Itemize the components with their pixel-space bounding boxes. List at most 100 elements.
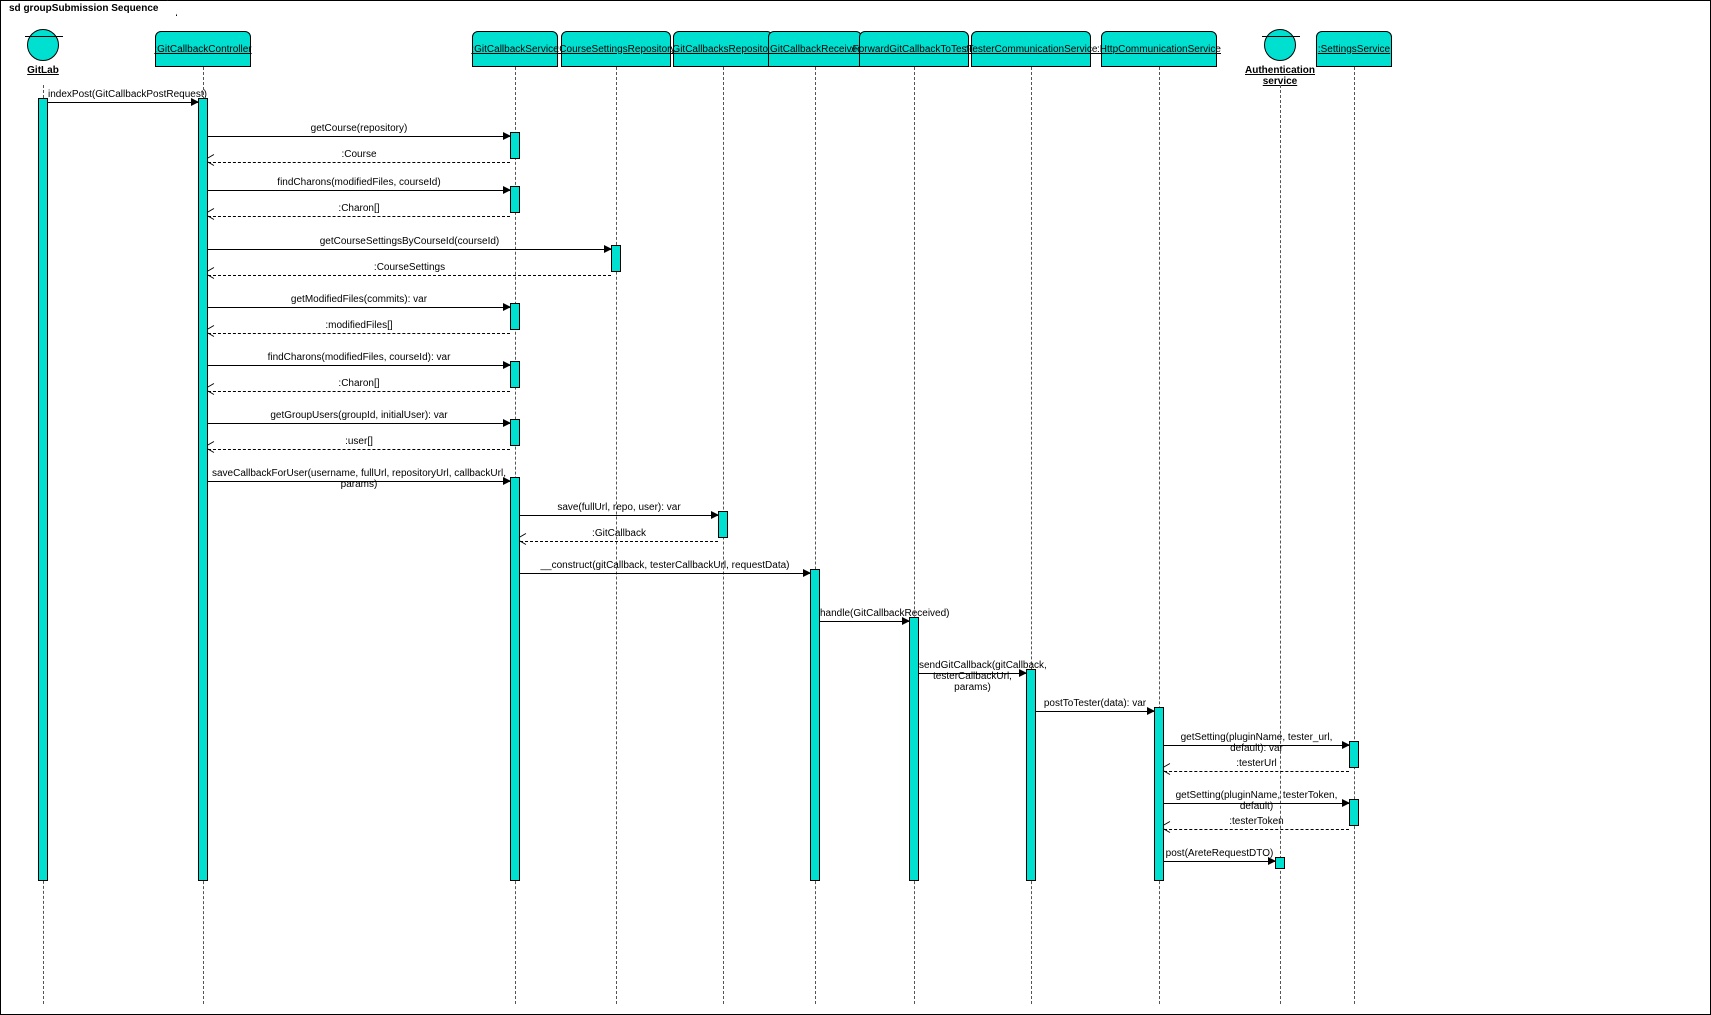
lifeline-gcs: :GitCallbackService — [472, 31, 558, 67]
message: findCharons(modifiedFiles, courseId): va… — [208, 355, 510, 369]
message-label: getSetting(pluginName, tester_url, defau… — [1164, 732, 1349, 754]
activation-gcr — [718, 511, 728, 538]
arrow-icon — [1147, 707, 1155, 715]
arrow-icon — [503, 361, 511, 369]
message: :testerUrl — [1164, 761, 1349, 775]
lifeline-gcr: :GitCallbacksRepository — [673, 31, 773, 67]
message: getSetting(pluginName, testerToken, defa… — [1164, 793, 1349, 807]
arrow-icon — [207, 443, 215, 451]
message-label: sendGitCallback(gitCallback, testerCallb… — [919, 660, 1026, 693]
activation-gcs — [510, 132, 520, 159]
message-label: getCourseSettingsByCourseId(courseId) — [208, 236, 611, 247]
actor-label: GitLab — [0, 65, 91, 76]
activation-gcs — [510, 361, 520, 388]
actor-icon — [27, 29, 59, 61]
message-label: findCharons(modifiedFiles, courseId) — [208, 177, 510, 188]
message-label: postToTester(data): var — [1036, 698, 1154, 709]
arrow-icon — [207, 156, 215, 164]
activation-csr — [611, 245, 621, 272]
message: getModifiedFiles(commits): var — [208, 297, 510, 311]
message-label: :testerToken — [1164, 816, 1349, 827]
arrow-icon — [503, 303, 511, 311]
message-label: :Charon[] — [208, 203, 510, 214]
message: indexPost(GitCallbackPostRequest) — [48, 92, 198, 106]
message: sendGitCallback(gitCallback, testerCallb… — [919, 663, 1026, 677]
message: handle(GitCallbackReceived) — [820, 611, 909, 625]
message-label: handle(GitCallbackReceived) — [820, 608, 909, 619]
message: :GitCallback — [520, 531, 718, 545]
activation-hcs — [1154, 707, 1164, 881]
arrow-icon — [207, 385, 215, 393]
message-label: findCharons(modifiedFiles, courseId): va… — [208, 352, 510, 363]
message-label: save(fullUrl, repo, user): var — [520, 502, 718, 513]
message: getSetting(pluginName, tester_url, defau… — [1164, 735, 1349, 749]
arrow-icon — [503, 477, 511, 485]
message: getGroupUsers(groupId, initialUser): var — [208, 413, 510, 427]
arrow-icon — [711, 511, 719, 519]
message: :modifiedFiles[] — [208, 323, 510, 337]
activation-gitlab — [38, 98, 48, 881]
message-label: saveCallbackForUser(username, fullUrl, r… — [208, 468, 510, 490]
arrow-icon — [191, 98, 199, 106]
message: :CourseSettings — [208, 265, 611, 279]
arrow-icon — [604, 245, 612, 253]
arrow-icon — [207, 269, 215, 277]
activation-fwd — [909, 617, 919, 881]
message-label: :Charon[] — [208, 378, 510, 389]
activation-auth — [1275, 857, 1285, 869]
message-label: getGroupUsers(groupId, initialUser): var — [208, 410, 510, 421]
sequence-diagram-frame: sd groupSubmission Sequence GitLab :GitCa… — [0, 0, 1711, 1015]
message: getCourseSettingsByCourseId(courseId) — [208, 239, 611, 253]
arrow-icon — [503, 186, 511, 194]
arrow-icon — [1019, 669, 1027, 677]
message-label: :modifiedFiles[] — [208, 320, 510, 331]
lifeline-gre: :GitCallbackReceived — [768, 31, 862, 67]
message: __construct(gitCallback, testerCallbackU… — [520, 563, 810, 577]
arrow-icon — [503, 419, 511, 427]
lifeline-hcs: :HttpCommunicationService — [1101, 31, 1217, 67]
message: :Charon[] — [208, 206, 510, 220]
message: :testerToken — [1164, 819, 1349, 833]
message: :Course — [208, 152, 510, 166]
lifeline-gcc: :GitCallbackController — [155, 31, 251, 67]
lifeline-ss: :SettingsService — [1316, 31, 1392, 67]
lifeline-fwd: :ForwardGitCallbackToTester — [859, 31, 969, 67]
arrow-icon — [207, 210, 215, 218]
message-label: indexPost(GitCallbackPostRequest) — [48, 89, 198, 100]
message-label: __construct(gitCallback, testerCallbackU… — [520, 560, 810, 571]
activation-gre — [810, 569, 820, 881]
activation-gcs — [510, 186, 520, 213]
arrow-icon — [1163, 823, 1171, 831]
message-label: :Course — [208, 149, 510, 160]
message-label: :CourseSettings — [208, 262, 611, 273]
message-label: getModifiedFiles(commits): var — [208, 294, 510, 305]
lifeline-csr: :CourseSettingsRepository — [561, 31, 671, 67]
activation-gcs — [510, 419, 520, 446]
arrow-icon — [503, 132, 511, 140]
activation-ss — [1349, 741, 1359, 768]
arrow-icon — [207, 327, 215, 335]
arrow-icon — [519, 535, 527, 543]
message: findCharons(modifiedFiles, courseId) — [208, 180, 510, 194]
activation-tcs — [1026, 669, 1036, 881]
activation-ss — [1349, 799, 1359, 826]
message: post(AreteRequestDTO) — [1164, 851, 1275, 865]
activation-gcs — [510, 303, 520, 330]
message: getCourse(repository) — [208, 126, 510, 140]
arrow-icon — [1268, 857, 1276, 865]
message: postToTester(data): var — [1036, 701, 1154, 715]
message-label: getSetting(pluginName, testerToken, defa… — [1164, 790, 1349, 812]
message: :Charon[] — [208, 381, 510, 395]
message-label: :user[] — [208, 436, 510, 447]
lifeline-tcs: :TesterCommunicationService — [971, 31, 1091, 67]
message: saveCallbackForUser(username, fullUrl, r… — [208, 471, 510, 485]
message-label: :GitCallback — [520, 528, 718, 539]
arrow-icon — [902, 617, 910, 625]
actor-icon — [1264, 29, 1296, 61]
message-label: post(AreteRequestDTO) — [1164, 848, 1275, 859]
actor-label: Authentication service — [1232, 65, 1328, 87]
message-label: getCourse(repository) — [208, 123, 510, 134]
diagram-title: sd groupSubmission Sequence — [0, 0, 177, 16]
lifeline-line-ss — [1354, 67, 1355, 1004]
message-label: :testerUrl — [1164, 758, 1349, 769]
